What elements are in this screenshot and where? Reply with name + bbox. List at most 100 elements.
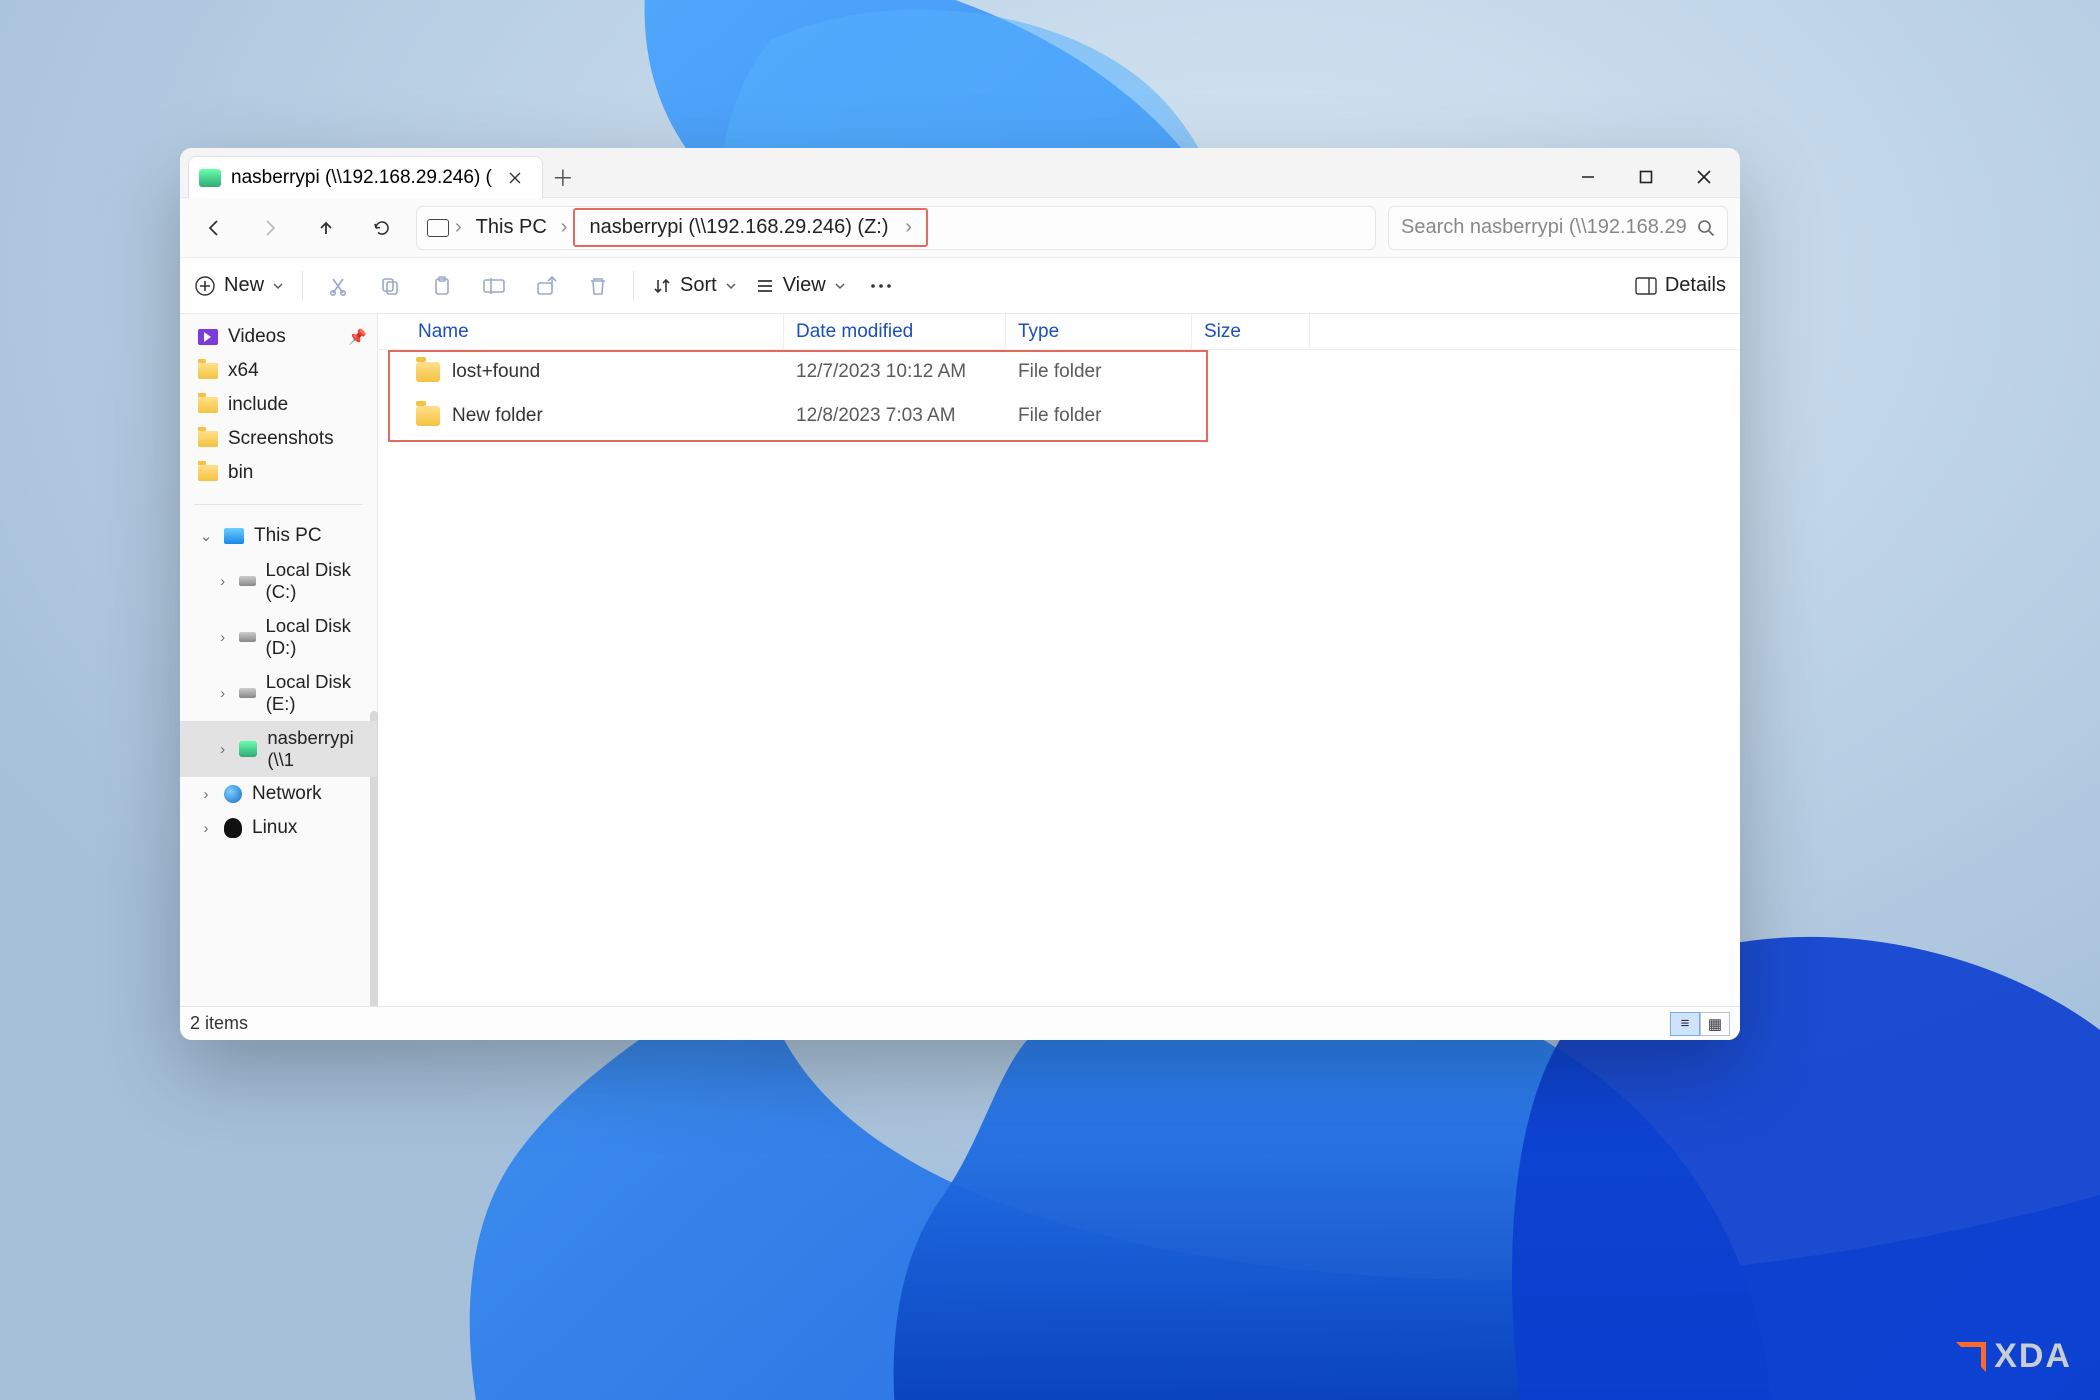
close-window-button[interactable] bbox=[1678, 157, 1730, 197]
search-box[interactable]: Search nasberrypi (\\192.168.29.2 bbox=[1388, 206, 1728, 250]
icons-view-button[interactable]: ▦ bbox=[1700, 1012, 1730, 1036]
search-icon bbox=[1697, 219, 1715, 237]
column-header-date[interactable]: Date modified bbox=[784, 314, 1006, 349]
view-icon bbox=[755, 276, 775, 296]
chevron-right-icon: › bbox=[216, 741, 229, 758]
sidebar-item-x64[interactable]: x64 bbox=[180, 354, 377, 388]
share-button[interactable] bbox=[529, 269, 563, 303]
minimize-button[interactable] bbox=[1562, 157, 1614, 197]
sort-menu[interactable]: Sort bbox=[652, 274, 737, 297]
view-menu[interactable]: View bbox=[755, 274, 846, 297]
folder-icon bbox=[198, 431, 218, 447]
sidebar-item-disk-c[interactable]: › Local Disk (C:) bbox=[180, 553, 377, 609]
folder-icon bbox=[198, 465, 218, 481]
chevron-right-icon: › bbox=[198, 820, 214, 837]
xda-watermark: XDA bbox=[1956, 1337, 2072, 1376]
status-bar: 2 items ≡ ▦ bbox=[180, 1006, 1740, 1040]
monitor-icon bbox=[427, 219, 449, 237]
monitor-icon bbox=[224, 528, 244, 544]
refresh-button[interactable] bbox=[360, 206, 404, 250]
navigation-bar: › This PC › nasberrypi (\\192.168.29.246… bbox=[180, 198, 1740, 258]
sidebar-item-videos[interactable]: Videos 📌 bbox=[180, 320, 377, 354]
folder-icon bbox=[198, 363, 218, 379]
navigation-pane: Videos 📌 x64 include Screenshots bbox=[180, 314, 378, 1006]
chevron-right-icon: › bbox=[216, 685, 229, 702]
sidebar-item-disk-e[interactable]: › Local Disk (E:) bbox=[180, 665, 377, 721]
pin-icon: 📌 bbox=[348, 328, 367, 346]
linux-icon bbox=[224, 818, 242, 838]
disk-icon bbox=[239, 632, 255, 642]
file-row[interactable]: New folder 12/8/2023 7:03 AM File folder bbox=[378, 394, 1740, 438]
new-tab-button[interactable]: ＋ bbox=[543, 157, 583, 197]
xda-logo-icon bbox=[1956, 1342, 1986, 1372]
sidebar-item-screenshots[interactable]: Screenshots bbox=[180, 422, 377, 456]
sidebar-divider bbox=[194, 504, 363, 505]
main-area: Videos 📌 x64 include Screenshots bbox=[180, 314, 1740, 1006]
copy-button[interactable] bbox=[373, 269, 407, 303]
chevron-right-icon: › bbox=[198, 786, 214, 803]
more-button[interactable] bbox=[864, 269, 898, 303]
file-rows: lost+found 12/7/2023 10:12 AM File folde… bbox=[378, 350, 1740, 438]
file-row[interactable]: lost+found 12/7/2023 10:12 AM File folde… bbox=[378, 350, 1740, 394]
chevron-down-icon bbox=[834, 280, 846, 292]
chevron-right-icon: › bbox=[905, 216, 912, 238]
details-icon bbox=[1635, 277, 1657, 295]
command-bar: New Sort View Details bbox=[180, 258, 1740, 314]
sidebar-item-include[interactable]: include bbox=[180, 388, 377, 422]
breadcrumb-thispc[interactable]: This PC bbox=[468, 212, 555, 243]
new-menu[interactable]: New bbox=[194, 274, 284, 297]
videos-icon bbox=[198, 329, 218, 345]
chevron-down-icon bbox=[725, 280, 737, 292]
sidebar-item-network[interactable]: › Network bbox=[180, 777, 377, 811]
column-header-size[interactable]: Size bbox=[1192, 314, 1310, 349]
chevron-right-icon: › bbox=[561, 216, 568, 239]
file-list-pane: Name Date modified Type Size lost+found … bbox=[378, 314, 1740, 1006]
tab-active[interactable]: nasberrypi (\\192.168.29.246) ( bbox=[188, 156, 543, 198]
cut-button[interactable] bbox=[321, 269, 355, 303]
disk-icon bbox=[239, 688, 256, 698]
sidebar-item-disk-d[interactable]: › Local Disk (D:) bbox=[180, 609, 377, 665]
disk-icon bbox=[239, 576, 255, 586]
breadcrumb-current-highlighted[interactable]: nasberrypi (\\192.168.29.246) (Z:) › bbox=[573, 208, 927, 247]
separator bbox=[633, 271, 634, 301]
sidebar-item-nasberrypi[interactable]: › nasberrypi (\\1 bbox=[180, 721, 377, 777]
chevron-down-icon bbox=[272, 280, 284, 292]
column-headers: Name Date modified Type Size bbox=[378, 314, 1740, 350]
network-drive-icon bbox=[199, 169, 221, 187]
titlebar: nasberrypi (\\192.168.29.246) ( ＋ bbox=[180, 148, 1740, 198]
tab-close-button[interactable] bbox=[502, 165, 528, 191]
sort-icon bbox=[652, 276, 672, 296]
details-pane-toggle[interactable]: Details bbox=[1635, 274, 1726, 297]
chevron-right-icon: › bbox=[455, 216, 462, 239]
network-drive-icon bbox=[239, 741, 257, 757]
sidebar-item-bin[interactable]: bin bbox=[180, 456, 377, 490]
sidebar-item-linux[interactable]: › Linux bbox=[180, 811, 377, 845]
status-text: 2 items bbox=[190, 1013, 248, 1034]
window-controls bbox=[1562, 153, 1740, 197]
chevron-right-icon: › bbox=[216, 573, 229, 590]
forward-button[interactable] bbox=[248, 206, 292, 250]
tab-title: nasberrypi (\\192.168.29.246) ( bbox=[231, 167, 492, 189]
delete-button[interactable] bbox=[581, 269, 615, 303]
view-mode-toggle: ≡ ▦ bbox=[1670, 1012, 1730, 1036]
sidebar-item-thispc[interactable]: ⌄ This PC bbox=[180, 519, 377, 553]
rename-button[interactable] bbox=[477, 269, 511, 303]
maximize-button[interactable] bbox=[1620, 157, 1672, 197]
file-explorer-window: nasberrypi (\\192.168.29.246) ( ＋ bbox=[180, 148, 1740, 1040]
folder-icon bbox=[416, 362, 440, 382]
folder-icon bbox=[416, 406, 440, 426]
plus-circle-icon bbox=[194, 275, 216, 297]
column-header-type[interactable]: Type bbox=[1006, 314, 1192, 349]
folder-icon bbox=[198, 397, 218, 413]
network-icon bbox=[224, 785, 242, 803]
chevron-right-icon: › bbox=[216, 629, 229, 646]
up-button[interactable] bbox=[304, 206, 348, 250]
separator bbox=[302, 271, 303, 301]
paste-button[interactable] bbox=[425, 269, 459, 303]
chevron-down-icon: ⌄ bbox=[198, 527, 214, 545]
column-header-name[interactable]: Name bbox=[378, 314, 784, 349]
details-view-button[interactable]: ≡ bbox=[1670, 1012, 1700, 1036]
search-placeholder: Search nasberrypi (\\192.168.29.2 bbox=[1401, 216, 1687, 239]
address-bar[interactable]: › This PC › nasberrypi (\\192.168.29.246… bbox=[416, 206, 1376, 250]
back-button[interactable] bbox=[192, 206, 236, 250]
